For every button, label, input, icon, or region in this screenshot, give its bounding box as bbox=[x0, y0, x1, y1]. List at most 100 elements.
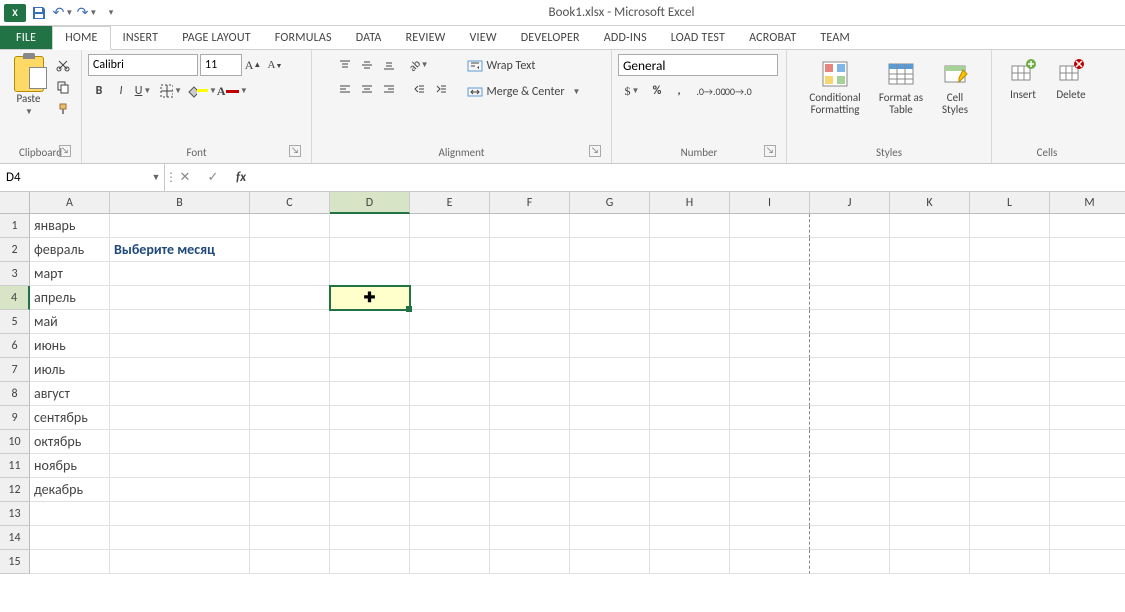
cell-C9[interactable] bbox=[250, 406, 330, 430]
cell-H14[interactable] bbox=[650, 526, 730, 550]
cell-B8[interactable] bbox=[110, 382, 250, 406]
tab-formulas[interactable]: FORMULAS bbox=[263, 26, 344, 49]
cell-H1[interactable] bbox=[650, 214, 730, 238]
cell-G11[interactable] bbox=[570, 454, 650, 478]
row-header-14[interactable]: 14 bbox=[0, 526, 30, 550]
cell-G10[interactable] bbox=[570, 430, 650, 454]
borders-button[interactable]: ▼ bbox=[160, 80, 182, 102]
select-all-corner[interactable] bbox=[0, 192, 30, 214]
row-header-9[interactable]: 9 bbox=[0, 406, 30, 430]
cell-K15[interactable] bbox=[890, 550, 970, 574]
cell-F6[interactable] bbox=[490, 334, 570, 358]
cell-F9[interactable] bbox=[490, 406, 570, 430]
cell-G7[interactable] bbox=[570, 358, 650, 382]
cell-H6[interactable] bbox=[650, 334, 730, 358]
cell-H8[interactable] bbox=[650, 382, 730, 406]
cell-E10[interactable] bbox=[410, 430, 490, 454]
comma-button[interactable]: , bbox=[668, 80, 690, 102]
row-header-12[interactable]: 12 bbox=[0, 478, 30, 502]
align-middle-button[interactable] bbox=[356, 54, 378, 76]
font-launcher[interactable]: ↘ bbox=[289, 145, 301, 157]
cell-L1[interactable] bbox=[970, 214, 1050, 238]
formula-input[interactable] bbox=[255, 164, 1125, 191]
cell-G9[interactable] bbox=[570, 406, 650, 430]
cell-C1[interactable] bbox=[250, 214, 330, 238]
align-right-button[interactable] bbox=[378, 78, 400, 100]
row-header-13[interactable]: 13 bbox=[0, 502, 30, 526]
cell-J2[interactable] bbox=[810, 238, 890, 262]
bold-button[interactable]: B bbox=[88, 80, 110, 102]
tab-developer[interactable]: DEVELOPER bbox=[509, 26, 592, 49]
name-box-dropdown[interactable]: ▼ bbox=[148, 172, 164, 183]
grow-font-button[interactable]: A▲ bbox=[242, 54, 264, 76]
font-name-combo[interactable] bbox=[88, 54, 198, 76]
cell-I10[interactable] bbox=[730, 430, 810, 454]
cell-B3[interactable] bbox=[110, 262, 250, 286]
cancel-formula-button[interactable]: ✕ bbox=[171, 164, 199, 191]
col-header-G[interactable]: G bbox=[570, 192, 650, 214]
accounting-format-button[interactable]: $▼ bbox=[618, 80, 646, 102]
cell-C15[interactable] bbox=[250, 550, 330, 574]
cell-E7[interactable] bbox=[410, 358, 490, 382]
cell-D14[interactable] bbox=[330, 526, 410, 550]
cell-F10[interactable] bbox=[490, 430, 570, 454]
cell-J3[interactable] bbox=[810, 262, 890, 286]
cell-B1[interactable] bbox=[110, 214, 250, 238]
tab-acrobat[interactable]: ACROBAT bbox=[737, 26, 808, 49]
cell-M7[interactable] bbox=[1050, 358, 1125, 382]
shrink-font-button[interactable]: A▼ bbox=[264, 54, 286, 76]
cell-J4[interactable] bbox=[810, 286, 890, 310]
cell-B10[interactable] bbox=[110, 430, 250, 454]
cell-C8[interactable] bbox=[250, 382, 330, 406]
cell-H11[interactable] bbox=[650, 454, 730, 478]
conditional-formatting-button[interactable]: Conditional Formatting bbox=[799, 54, 871, 120]
cell-L8[interactable] bbox=[970, 382, 1050, 406]
insert-function-button[interactable]: fx bbox=[227, 164, 255, 191]
italic-button[interactable]: I bbox=[110, 80, 132, 102]
qat-customize[interactable]: ▾ bbox=[100, 2, 122, 24]
copy-button[interactable] bbox=[52, 76, 74, 98]
cell-H10[interactable] bbox=[650, 430, 730, 454]
cell-F7[interactable] bbox=[490, 358, 570, 382]
undo-button[interactable]: ↶▼ bbox=[52, 2, 74, 24]
row-header-6[interactable]: 6 bbox=[0, 334, 30, 358]
align-center-button[interactable] bbox=[356, 78, 378, 100]
orientation-button[interactable]: ab▼ bbox=[408, 54, 430, 76]
percent-button[interactable]: % bbox=[646, 80, 668, 102]
cell-L11[interactable] bbox=[970, 454, 1050, 478]
cell-M9[interactable] bbox=[1050, 406, 1125, 430]
cell-F5[interactable] bbox=[490, 310, 570, 334]
cell-G4[interactable] bbox=[570, 286, 650, 310]
cell-M5[interactable] bbox=[1050, 310, 1125, 334]
cell-H15[interactable] bbox=[650, 550, 730, 574]
cell-H7[interactable] bbox=[650, 358, 730, 382]
cell-L4[interactable] bbox=[970, 286, 1050, 310]
cell-G5[interactable] bbox=[570, 310, 650, 334]
cell-A3[interactable]: март bbox=[30, 262, 110, 286]
tab-view[interactable]: VIEW bbox=[458, 26, 509, 49]
cell-B4[interactable] bbox=[110, 286, 250, 310]
app-icon[interactable]: X bbox=[4, 2, 26, 24]
cell-M4[interactable] bbox=[1050, 286, 1125, 310]
row-header-4[interactable]: 4 bbox=[0, 286, 30, 310]
cell-H3[interactable] bbox=[650, 262, 730, 286]
cell-C6[interactable] bbox=[250, 334, 330, 358]
alignment-launcher[interactable]: ↘ bbox=[589, 145, 601, 157]
cell-M3[interactable] bbox=[1050, 262, 1125, 286]
cell-I9[interactable] bbox=[730, 406, 810, 430]
cell-E14[interactable] bbox=[410, 526, 490, 550]
cell-G15[interactable] bbox=[570, 550, 650, 574]
cell-C3[interactable] bbox=[250, 262, 330, 286]
number-format-combo[interactable] bbox=[618, 54, 778, 76]
merge-center-button[interactable]: Merge & Center▼ bbox=[458, 80, 590, 104]
cell-A1[interactable]: январь bbox=[30, 214, 110, 238]
tab-add-ins[interactable]: ADD-INS bbox=[592, 26, 659, 49]
tab-data[interactable]: DATA bbox=[344, 26, 394, 49]
cell-C2[interactable] bbox=[250, 238, 330, 262]
cell-F2[interactable] bbox=[490, 238, 570, 262]
font-color-button[interactable]: A bbox=[217, 80, 239, 102]
row-header-2[interactable]: 2 bbox=[0, 238, 30, 262]
cell-A14[interactable] bbox=[30, 526, 110, 550]
cell-L6[interactable] bbox=[970, 334, 1050, 358]
cell-F12[interactable] bbox=[490, 478, 570, 502]
